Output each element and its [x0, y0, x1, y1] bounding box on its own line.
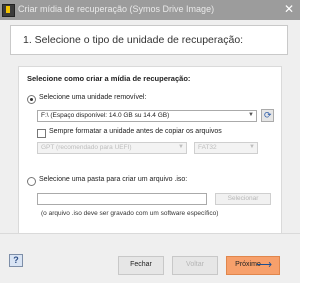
- close-button-label: Fechar: [130, 261, 152, 268]
- help-icon: ?: [13, 255, 19, 265]
- options-panel: Selecione como criar a mídia de recupera…: [18, 66, 282, 248]
- close-icon[interactable]: ✕: [284, 2, 294, 16]
- iso-path-input[interactable]: [37, 193, 207, 205]
- help-button[interactable]: ?: [9, 254, 23, 267]
- refresh-icon: ⟳: [264, 110, 272, 120]
- app-icon: [2, 4, 15, 17]
- dialog-footer: ? Fechar Voltar Próximo ⟶: [0, 233, 300, 283]
- chevron-down-icon: ▼: [178, 144, 184, 150]
- partition-scheme-select[interactable]: GPT (recomendado para UEFI) ▼: [37, 142, 187, 154]
- step-header: 1. Selecione o tipo de unidade de recupe…: [10, 25, 288, 55]
- browse-button[interactable]: Selecionar: [215, 193, 271, 205]
- back-button-label: Voltar: [186, 261, 204, 268]
- section-heading: Selecione como criar a mídia de recupera…: [27, 74, 191, 83]
- removable-drive-radio[interactable]: [27, 95, 36, 104]
- chevron-down-icon: ▼: [249, 144, 255, 150]
- filesystem-select[interactable]: FAT32 ▼: [194, 142, 258, 154]
- drive-select-value: F:\ (Espaço disponível: 14.0 GB su 14.4 …: [41, 112, 170, 119]
- back-button[interactable]: Voltar: [172, 256, 218, 275]
- format-checkbox[interactable]: [37, 129, 46, 138]
- iso-folder-radio[interactable]: [27, 177, 36, 186]
- step-title: 1. Selecione o tipo de unidade de recupe…: [23, 34, 244, 46]
- drive-select[interactable]: F:\ (Espaço disponível: 14.0 GB su 14.4 …: [37, 110, 257, 122]
- iso-folder-label: Selecione uma pasta para criar um arquiv…: [39, 176, 188, 183]
- format-checkbox-label: Sempre formatar a unidade antes de copia…: [49, 128, 222, 135]
- partition-scheme-value: GPT (recomendado para UEFI): [41, 144, 132, 151]
- removable-drive-label: Selecione uma unidade removível:: [39, 94, 147, 101]
- iso-note: (o arquivo .iso deve ser gravado com um …: [41, 210, 219, 217]
- filesystem-value: FAT32: [198, 144, 217, 151]
- refresh-button[interactable]: ⟳: [261, 109, 274, 122]
- title-bar: Criar mídia de recuperação (Symos Drive …: [0, 0, 300, 20]
- window-title: Criar mídia de recuperação (Symos Drive …: [18, 4, 215, 14]
- next-button[interactable]: Próximo ⟶: [226, 256, 280, 275]
- chevron-down-icon: ▼: [248, 112, 254, 118]
- close-button[interactable]: Fechar: [118, 256, 164, 275]
- browse-button-label: Selecionar: [227, 195, 259, 202]
- arrow-right-icon: ⟶: [256, 259, 272, 271]
